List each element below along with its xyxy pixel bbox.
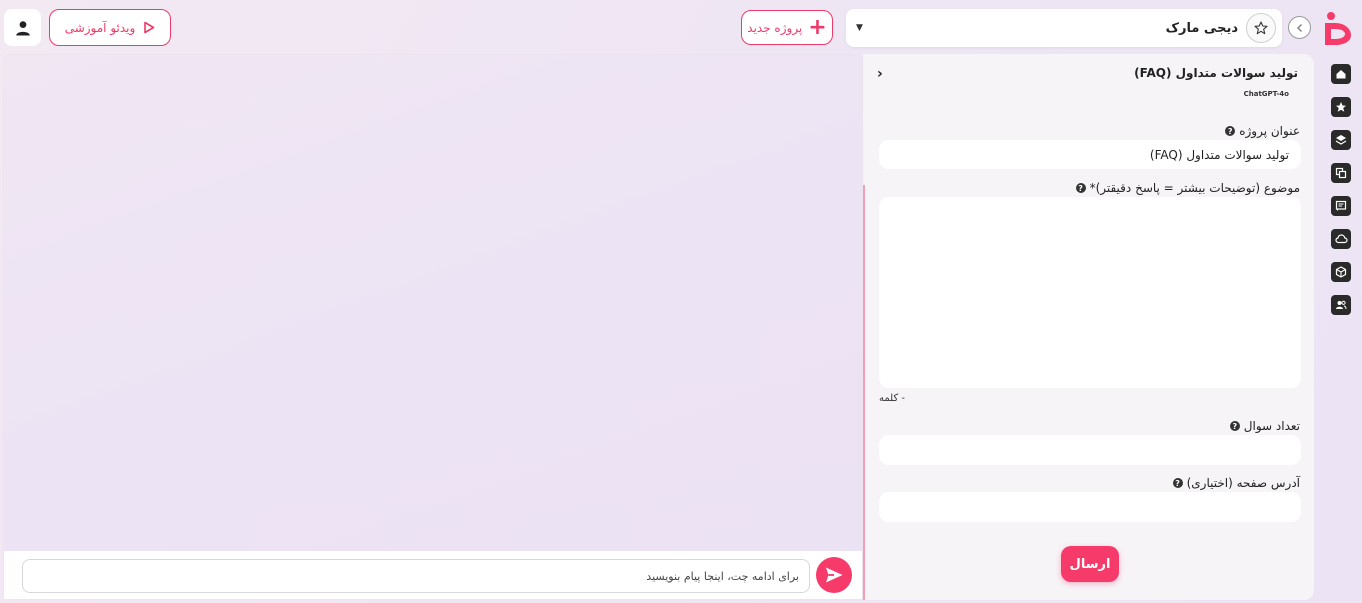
favorite-button[interactable] [1246,13,1276,43]
help-icon[interactable]: ? [1172,478,1183,488]
topic-label: موضوع (توضیحات بیشتر = پاسخ دقیقتر)* ? [1075,181,1300,195]
question-count-input[interactable] [879,435,1301,465]
topic-textarea[interactable] [879,197,1301,388]
send-icon [826,567,843,583]
video-tutorial-button[interactable]: ویدئو آموزشی [49,9,171,46]
dropdown-caret-icon: ▼ [856,23,863,33]
collapse-panel-button[interactable]: › [877,66,883,82]
chat-input-bar: برای ادامه چت، اینجا پیام بنویسید [4,551,862,599]
project-select[interactable]: ▼ دیجی مارک [846,9,1282,47]
copy-icon [1335,167,1347,179]
help-icon[interactable]: ? [1225,126,1236,136]
sidebar-item-layers[interactable] [1331,130,1351,150]
chat-icon [1335,200,1347,211]
chat-panel: برای ادامه چت، اینجا پیام بنویسید [3,54,863,600]
send-message-button[interactable] [816,557,852,593]
new-project-label: پروژه جدید [747,20,803,35]
sidebar-item-chat[interactable] [1331,196,1351,216]
form-title: تولید سوالات متداول (FAQ) [1134,66,1298,80]
home-icon [1336,70,1346,79]
user-account-button[interactable] [4,9,41,46]
chat-message-input[interactable]: برای ادامه چت، اینجا پیام بنویسید [22,559,810,593]
sidebar-item-copy[interactable] [1331,163,1351,183]
sidebar-item-favorites[interactable] [1331,97,1351,117]
project-title-input[interactable]: تولید سوالات متداول (FAQ) [879,140,1301,169]
star-icon [1336,102,1346,112]
page-url-label: آدرس صفحه (اختیاری) ? [1172,476,1300,490]
video-tutorial-label: ویدئو آموزشی [64,20,136,35]
model-tag: ChatGPT-4o [1243,90,1289,98]
back-button[interactable] [1288,16,1311,39]
word-count: - کلمه [879,393,906,404]
project-name: دیجی مارک [1165,20,1238,36]
page-url-input[interactable] [879,492,1301,522]
panel-divider [863,185,865,600]
star-outline-icon [1254,21,1268,35]
project-title-label: عنوان پروژه ? [1225,124,1300,138]
sidebar [1331,64,1355,315]
sidebar-item-home[interactable] [1331,64,1351,84]
play-icon [144,21,155,34]
chevron-left-icon [1296,23,1302,32]
user-icon [15,20,30,35]
plus-icon: + [808,14,827,40]
sidebar-item-cloud[interactable] [1331,229,1351,249]
layers-icon [1335,135,1347,145]
sidebar-item-products[interactable] [1331,262,1351,282]
help-icon[interactable]: ? [1075,183,1086,193]
submit-button[interactable]: ارسال [1061,546,1119,582]
cube-icon [1335,266,1347,278]
question-count-label: تعداد سوال ? [1229,419,1300,433]
app-logo[interactable] [1321,11,1355,47]
sidebar-item-users[interactable] [1331,295,1351,315]
cloud-icon [1334,234,1348,244]
help-icon[interactable]: ? [1229,421,1240,431]
new-project-button[interactable]: پروژه جدید + [741,10,833,45]
users-icon [1336,300,1347,310]
chat-input-placeholder: برای ادامه چت، اینجا پیام بنویسید [646,569,799,583]
